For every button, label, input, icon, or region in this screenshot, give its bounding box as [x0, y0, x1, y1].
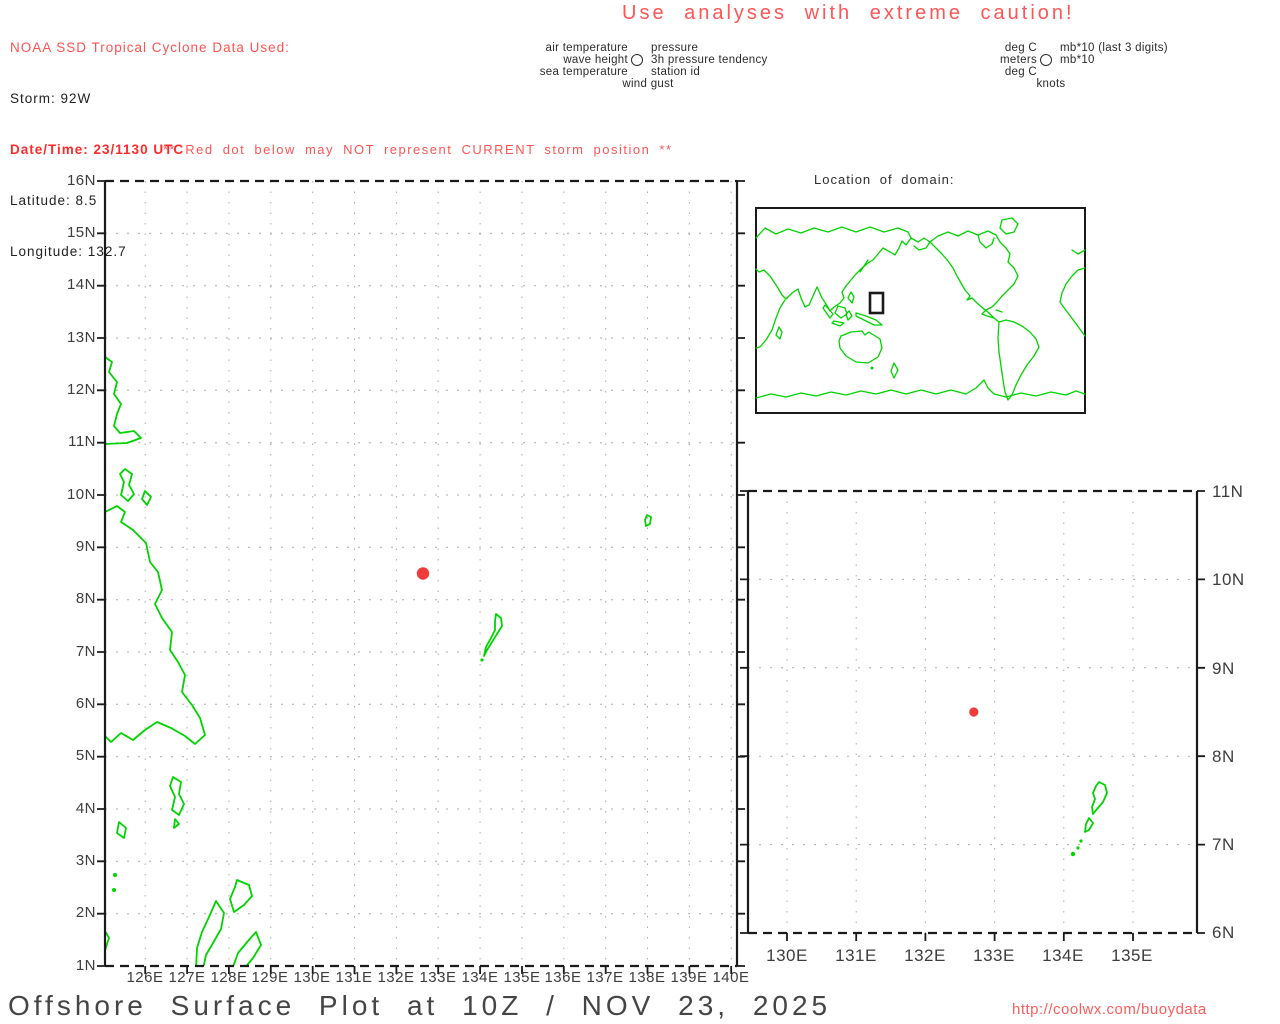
legend-sea-temperature: sea temperature [539, 66, 628, 78]
storm-dot [969, 707, 979, 717]
lat-tick-label: 7N [75, 643, 96, 660]
lon-tick-label: 140E [712, 969, 750, 986]
unit-wave-height: meters [1000, 54, 1037, 66]
lon-tick-label: 132E [904, 946, 946, 965]
lon-tick-label: 130E [766, 946, 808, 965]
legend-pressure: pressure [651, 42, 699, 54]
lat-tick-label: 15N [66, 224, 96, 241]
lat-tick-label: 6N [1212, 923, 1235, 942]
domain-inset-title: Location of domain: [814, 172, 955, 187]
caution-headline: Use analyses with extreme caution! [622, 2, 1075, 24]
lat-tick-label: 8N [75, 590, 96, 607]
lat-tick-label: 14N [66, 276, 96, 293]
zoom-map-ticks-bottom [786, 933, 1134, 941]
station-circle-icon [1040, 54, 1052, 66]
lat-tick-label: 12N [66, 381, 96, 398]
station-circle-icon [631, 54, 643, 66]
storm-dot [416, 567, 430, 580]
storm-id: Storm: 92W [10, 91, 92, 106]
lat-tick-label: 9N [75, 538, 96, 555]
lat-tick-label: 6N [75, 695, 96, 712]
main-map-grid-vertical [144, 181, 732, 966]
world-map-frame [755, 207, 1086, 414]
legend-wave-height: wave height [563, 54, 628, 66]
lon-tick-label: 133E [973, 946, 1015, 965]
lon-tick-label: 134E [1042, 946, 1084, 965]
lat-tick-label: 11N [68, 433, 96, 450]
legend-station-id: station id [651, 66, 701, 78]
unit-pressure-tendency: mb*10 [1060, 54, 1095, 66]
lat-tick-label: 16N [66, 172, 96, 189]
lat-tick-label: 1N [75, 957, 96, 974]
zoom-map-ticks-right [1197, 490, 1205, 934]
lat-tick-label: 8N [1212, 747, 1235, 766]
lat-tick-label: 4N [75, 800, 96, 817]
main-map-ticks-left [97, 180, 105, 967]
legend-air-temperature: air temperature [545, 42, 628, 54]
legend-pressure-tendency: 3h pressure tendency [651, 54, 768, 66]
lon-tick-label: 135E [1111, 946, 1153, 965]
lat-tick-label: 5N [75, 747, 96, 764]
lat-tick-label: 10N [66, 486, 96, 503]
unit-wind-gust: knots [1036, 78, 1066, 90]
data-source-label: NOAA SSD Tropical Cyclone Data Used: [10, 40, 290, 55]
storm-position-note: ** Red dot below may NOT represent CURRE… [163, 142, 673, 157]
lat-tick-label: 11N [1212, 482, 1244, 501]
lat-tick-label: 9N [1212, 659, 1235, 678]
source-url-link[interactable]: http://coolwx.com/buoydata [1012, 1001, 1207, 1018]
domain-location-marker [868, 291, 885, 315]
lon-tick-label: 131E [835, 946, 877, 965]
zoom-map-ticks-left [740, 490, 748, 934]
main-map-coastlines [105, 356, 652, 966]
unit-pressure: mb*10 (last 3 digits) [1060, 42, 1168, 54]
main-map-ticks-right [737, 180, 745, 967]
world-coastlines [755, 217, 1086, 401]
zoom-map [740, 489, 1205, 941]
lat-tick-label: 13N [66, 329, 96, 346]
lat-tick-label: 10N [1212, 570, 1245, 589]
lat-tick-label: 7N [1212, 835, 1235, 854]
unit-air-temperature: deg C [1004, 42, 1037, 54]
page-title: Offshore Surface Plot at 10Z / NOV 23, 2… [8, 990, 832, 1021]
world-map-inset [755, 207, 1086, 414]
lat-tick-label: 2N [75, 904, 96, 921]
unit-sea-temperature: deg C [1004, 66, 1037, 78]
zoom-map-grid-vertical [786, 491, 1134, 933]
main-map [97, 179, 745, 974]
lat-tick-label: 3N [75, 852, 96, 869]
legend-wind-gust: wind gust [622, 78, 674, 90]
